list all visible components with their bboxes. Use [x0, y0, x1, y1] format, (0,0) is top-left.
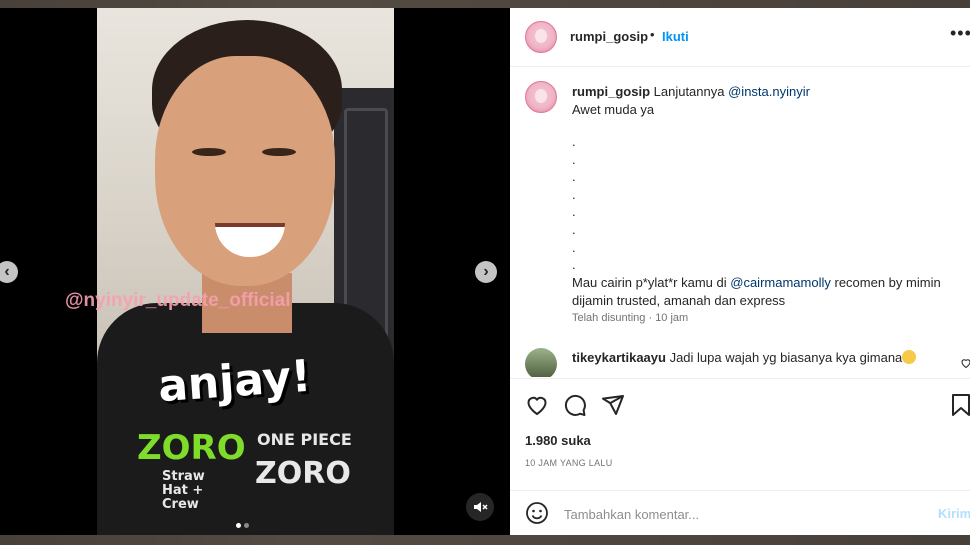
comment-text: Jadi lupa wajah yg biasanya kya gimana — [669, 350, 903, 365]
caption-promo-text-after: recomen by mimin — [834, 274, 941, 290]
backdrop-strip-bottom — [0, 535, 970, 545]
video-watermark: @nyinyir_update_official — [65, 290, 291, 311]
caption-mention-link[interactable]: @insta.nyinyir — [728, 84, 810, 99]
header-separator: • — [650, 27, 655, 42]
caption-username[interactable]: rumpi_gosip — [572, 84, 650, 99]
commenter-avatar[interactable] — [525, 348, 557, 377]
caption-dot: . — [572, 186, 576, 202]
emoji-picker-icon[interactable] — [525, 501, 549, 530]
person-eye-left — [192, 148, 226, 156]
caption-time[interactable]: 10 jam — [655, 312, 688, 324]
caption-dot: . — [572, 151, 576, 167]
bookmark-icon[interactable] — [950, 393, 970, 422]
post-video[interactable]: ZORO ONE PIECE ZORO Straw Hat + Crew — [97, 8, 394, 535]
post-media: ZORO ONE PIECE ZORO Straw Hat + Crew @ny… — [0, 8, 510, 535]
send-comment-button[interactable]: Kirim — [938, 506, 970, 521]
follow-button[interactable]: Ikuti — [662, 29, 689, 44]
strawhat-line-1: Straw — [162, 469, 205, 484]
post-actions: 1.980 suka 10 JAM YANG LALU — [510, 378, 970, 499]
post-header: rumpi_gosip • Ikuti ••• — [510, 8, 970, 67]
caption-line-1: rumpi_gosip Lanjutannya @insta.nyinyir — [572, 83, 957, 101]
person-eye-right — [262, 148, 296, 156]
shirt-text-onepiece: ONE PIECE — [257, 430, 352, 449]
strawhat-line-2: Hat + — [162, 483, 204, 498]
add-comment-bar: Kirim — [510, 490, 970, 536]
caption-dot: . — [572, 134, 576, 149]
next-slide-button[interactable]: › — [475, 261, 497, 283]
shirt-text-zoro-white: ZORO — [255, 456, 351, 491]
laughing-emoji-icon — [902, 350, 917, 364]
edited-label: Telah disunting — [572, 312, 646, 324]
mute-button[interactable] — [466, 493, 494, 521]
caption-promo-mention-link[interactable]: @cairmamamolly — [730, 275, 831, 290]
caption-author-avatar[interactable] — [525, 81, 557, 113]
caption-line-2: Awet muda ya — [572, 102, 655, 117]
carousel-dots — [236, 515, 252, 533]
caption-meta: Telah disunting · 10 jam — [572, 312, 688, 324]
caption-dot: . — [572, 257, 576, 273]
carousel-dot — [244, 523, 249, 528]
shirt-print: ZORO ONE PIECE ZORO Straw Hat + Crew — [137, 428, 367, 535]
shirt-text-zoro-green: ZORO — [137, 428, 246, 468]
post-timestamp[interactable]: 10 JAM YANG LALU — [525, 458, 613, 468]
caption-promo-line: Mau cairin p*ylat*r kamu di @cairmamamol… — [572, 274, 957, 292]
meta-separator: · — [648, 312, 653, 324]
shirt-text-strawhat: Straw Hat + Crew — [162, 470, 205, 512]
like-heart-icon[interactable] — [525, 393, 549, 422]
speaker-muted-icon — [474, 502, 488, 512]
caption-text: Lanjutannya — [653, 84, 725, 99]
previous-slide-button[interactable]: ‹ — [0, 261, 18, 283]
caption-dot: . — [572, 204, 576, 220]
caption-dot: . — [572, 169, 576, 185]
more-options-icon[interactable]: ••• — [950, 23, 970, 44]
caption-dot: . — [572, 221, 576, 237]
share-send-icon[interactable] — [601, 393, 625, 422]
comment-input[interactable] — [562, 501, 926, 527]
backdrop-strip-top — [0, 0, 970, 8]
caption-dot: . — [572, 239, 576, 255]
comments-section[interactable]: rumpi_gosip Lanjutannya @insta.nyinyir A… — [510, 67, 970, 377]
commenter-username[interactable]: tikeykartikaayu — [572, 350, 666, 365]
comment-bubble-icon[interactable] — [563, 393, 587, 422]
comment-like-icon[interactable] — [960, 357, 970, 372]
author-avatar[interactable] — [525, 21, 557, 53]
caption-promo-text: Mau cairin p*ylat*r kamu di — [572, 274, 727, 290]
post-side-panel: rumpi_gosip • Ikuti ••• rumpi_gosip Lanj… — [510, 8, 970, 535]
strawhat-line-3: Crew — [162, 497, 199, 512]
caption-promo-line-2: dijamin trusted, amanah dan express — [572, 292, 786, 308]
like-count[interactable]: 1.980 suka — [525, 433, 591, 448]
video-overlay-text: anjay! — [156, 350, 313, 413]
carousel-dot-active — [236, 523, 241, 528]
comment-item: tikeykartikaayu Jadi lupa wajah yg biasa… — [572, 350, 917, 365]
caption-body: rumpi_gosip Lanjutannya @insta.nyinyir A… — [572, 83, 957, 310]
author-username[interactable]: rumpi_gosip — [570, 29, 648, 44]
